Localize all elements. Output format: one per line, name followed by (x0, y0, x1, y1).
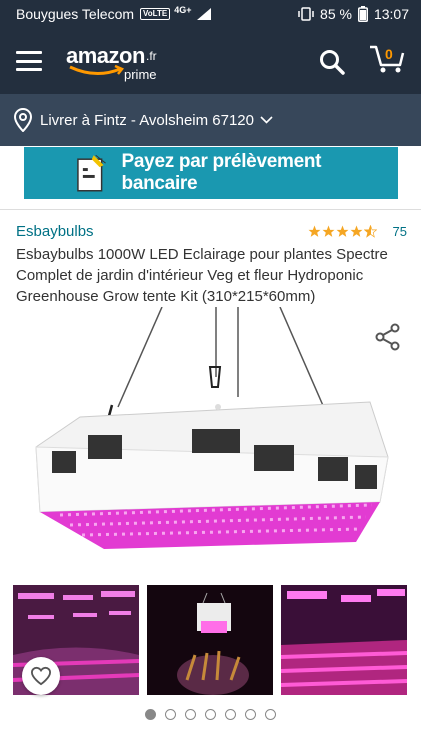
star-rating[interactable] (308, 225, 377, 238)
star-icon (322, 225, 334, 237)
payment-banner[interactable]: Payez par prélèvement bancaire (24, 147, 398, 199)
cart-button[interactable]: 0 (369, 44, 405, 79)
carousel-dot[interactable] (145, 709, 156, 720)
delivery-location-bar[interactable]: Livrer à Fintz - Avolsheim 67120 (0, 94, 421, 146)
carousel-dot[interactable] (185, 709, 196, 720)
carousel-dot[interactable] (225, 709, 236, 720)
led-grow-light-image (35, 306, 389, 549)
banner-text: Payez par prélèvement bancaire (121, 151, 322, 194)
product-title: Esbaybulbs 1000W LED Eclairage pour plan… (16, 246, 388, 305)
network-type: 4G+ (174, 5, 192, 15)
star-icon (350, 225, 362, 237)
signal-icon (197, 8, 212, 20)
logo-prime: prime (124, 67, 157, 82)
logo-smile-icon (69, 65, 125, 75)
heart-icon (30, 666, 52, 686)
clock: 13:07 (373, 6, 409, 22)
carousel-dot[interactable] (165, 709, 176, 720)
carrier-name: Bouygues Telecom (16, 6, 135, 22)
menu-icon[interactable] (16, 51, 42, 71)
carousel-dot[interactable] (245, 709, 256, 720)
star-icon (336, 225, 348, 237)
document-payment-icon (77, 154, 106, 192)
battery-level: 85 % (320, 6, 352, 22)
cart-count: 0 (385, 46, 393, 62)
thumbnail-3[interactable] (280, 585, 408, 695)
chevron-down-icon (260, 116, 273, 124)
status-bar: Bouygues Telecom VoLTE 4G+ 85 % 13:07 (0, 0, 421, 28)
app-header: amazon .fr prime 0 (0, 28, 421, 94)
carousel-dot[interactable] (265, 709, 276, 720)
star-half-icon (363, 225, 377, 238)
volte-badge: VoLTE (140, 8, 171, 20)
vibrate-icon (298, 7, 314, 21)
brand-link[interactable]: Esbaybulbs (16, 223, 308, 240)
delivery-address: Livrer à Fintz - Avolsheim 67120 (40, 111, 254, 129)
location-pin-icon (14, 108, 32, 132)
thumbnail-strip (0, 585, 421, 695)
star-icon (308, 225, 320, 237)
logo-tld: .fr (146, 49, 157, 63)
product-image[interactable] (0, 306, 421, 585)
thumbnail-2[interactable] (147, 585, 273, 695)
wishlist-button[interactable] (22, 657, 60, 695)
battery-icon (357, 6, 368, 22)
carousel-dot[interactable] (205, 709, 216, 720)
amazon-logo[interactable]: amazon .fr prime (66, 41, 166, 82)
search-icon[interactable] (319, 49, 345, 75)
share-icon[interactable] (375, 323, 401, 351)
rating-count[interactable]: 75 (393, 224, 407, 239)
carousel-indicator (0, 709, 421, 720)
